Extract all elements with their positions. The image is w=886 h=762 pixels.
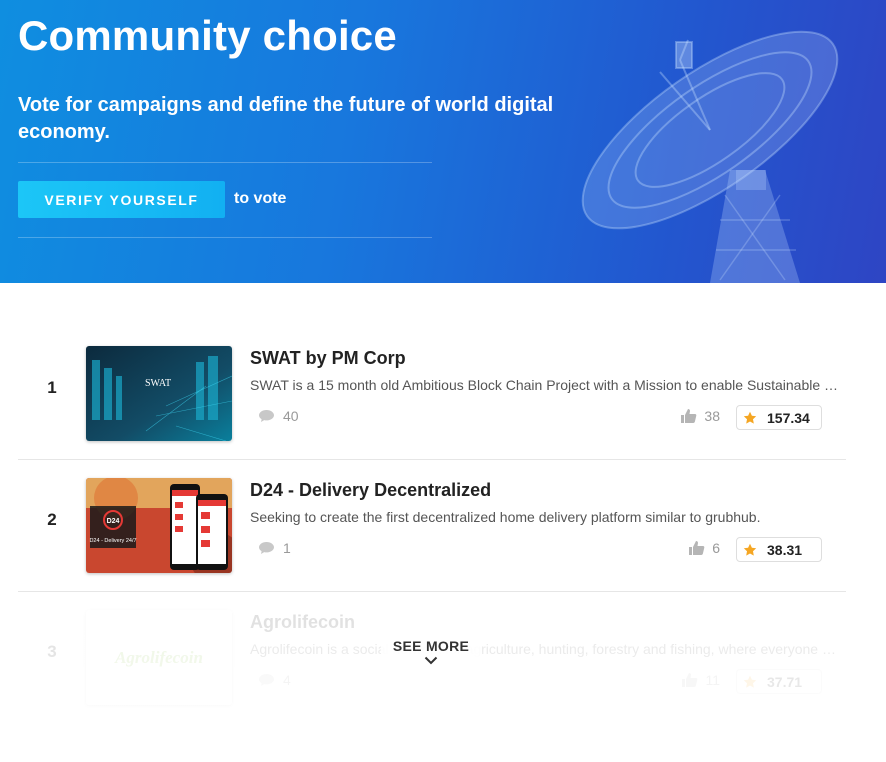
star-icon [743, 543, 757, 556]
likes-value: 6 [712, 540, 720, 556]
star-icon [743, 411, 757, 424]
campaign-thumbnail[interactable]: SWAT [86, 346, 232, 441]
see-more-button[interactable]: SEE MORE [381, 638, 481, 665]
campaign-rank: 1 [47, 378, 57, 397]
comment-icon [259, 674, 274, 686]
likes-value: 11 [705, 672, 720, 688]
campaign-description: SWAT is a 15 month old Ambitious Block C… [250, 377, 842, 393]
comment-icon [259, 542, 274, 554]
divider [18, 162, 432, 163]
campaign-title[interactable]: Agrolifecoin [250, 612, 355, 633]
campaign-description: Agrolifecoin is a social network for agr… [250, 641, 842, 657]
thumbs-up-icon [682, 673, 698, 687]
comments-value: 4 [283, 672, 291, 688]
campaign-row[interactable]: 1 SWAT SWAT by PM Corp SWAT is a 15 mont… [18, 328, 846, 460]
verify-suffix-text: to vote [234, 190, 287, 207]
thumbs-up-icon [689, 541, 705, 555]
divider [18, 237, 432, 238]
thumbnail-text: Agrolifecoin [114, 648, 203, 667]
campaign-rank: 2 [47, 510, 57, 529]
campaign-row[interactable]: 2 D24 D24 - Delivery 24/7 D24 - Delivery… [18, 460, 846, 592]
campaign-rank: 3 [47, 642, 57, 661]
score-value: 37.71 [767, 673, 803, 690]
page-title: Community choice [18, 12, 397, 59]
comments-count[interactable]: 40 [258, 408, 299, 424]
verify-yourself-button[interactable]: VERIFY YOURSELF [18, 181, 225, 218]
score-badge: 37.71 [736, 669, 822, 694]
comment-icon [259, 410, 274, 422]
star-icon [743, 675, 757, 688]
thumbnail-text: SWAT [145, 378, 171, 389]
likes-value: 38 [704, 408, 720, 424]
satellite-dish-illustration [581, 30, 839, 283]
campaign-thumbnail[interactable]: Agrolifecoin [86, 610, 232, 705]
thumbs-up-icon [681, 409, 697, 423]
chevron-down-icon [424, 656, 438, 665]
thumbnail-caption: D24 - Delivery 24/7 [89, 538, 136, 544]
see-more-label: SEE MORE [392, 638, 470, 654]
score-value: 38.31 [767, 541, 803, 558]
thumbnail-text: D24 [107, 518, 120, 525]
campaign-title[interactable]: D24 - Delivery Decentralized [250, 480, 491, 501]
comments-count[interactable]: 1 [258, 540, 291, 556]
likes-count[interactable]: 11 [681, 672, 720, 688]
campaign-description: Seeking to create the first decentralize… [250, 509, 761, 525]
score-badge: 38.31 [736, 537, 822, 562]
campaign-title[interactable]: SWAT by PM Corp [250, 348, 406, 369]
hero-banner: Community choice Vote for campaigns and … [0, 0, 886, 283]
hero-subtitle: Vote for campaigns and define the future… [18, 94, 554, 143]
comments-value: 1 [283, 540, 291, 556]
campaign-thumbnail[interactable]: D24 D24 - Delivery 24/7 [86, 478, 232, 573]
score-badge: 157.34 [736, 405, 822, 430]
comments-value: 40 [283, 408, 299, 424]
likes-count[interactable]: 6 [688, 540, 720, 556]
score-value: 157.34 [767, 409, 810, 426]
likes-count[interactable]: 38 [680, 408, 720, 424]
comments-count[interactable]: 4 [258, 672, 291, 688]
